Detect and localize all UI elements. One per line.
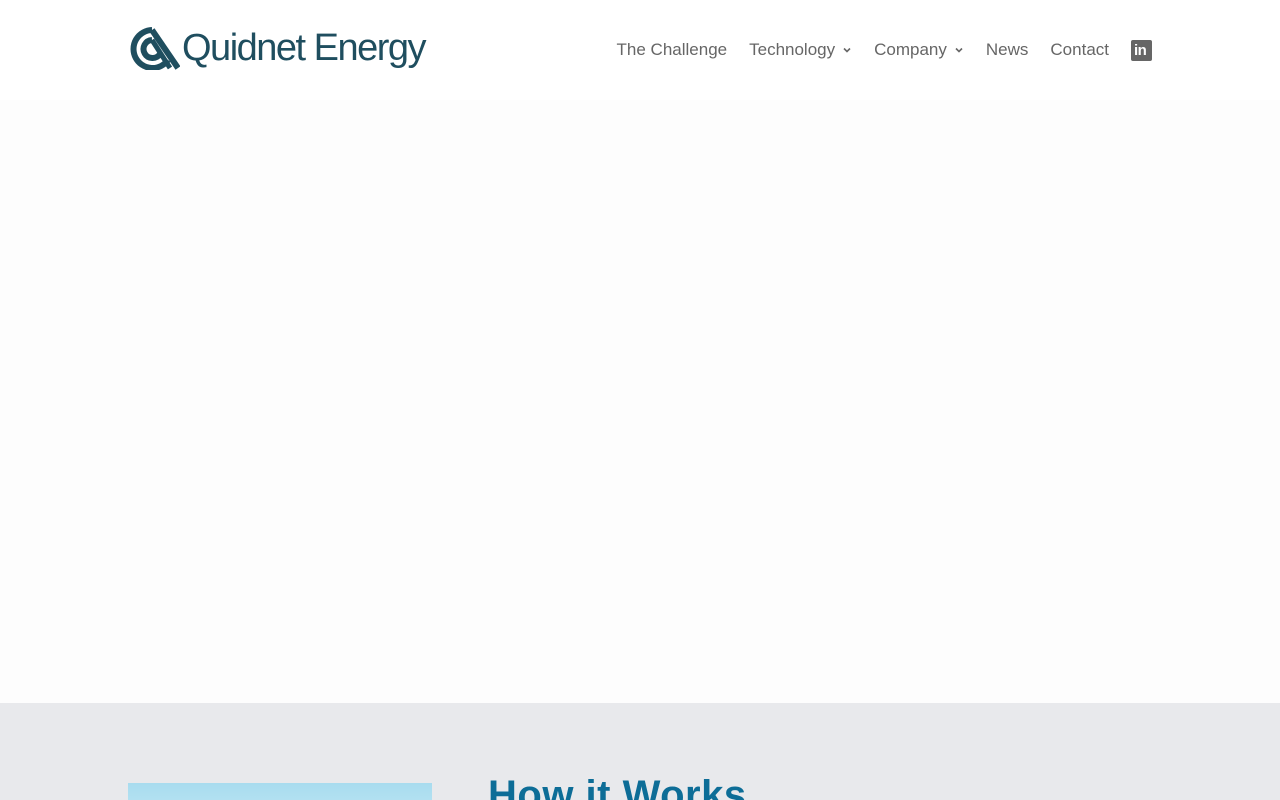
nav-label: News — [985, 40, 1029, 59]
nav-item-news[interactable]: News — [986, 40, 1029, 60]
linkedin-glyph: in — [1134, 41, 1147, 59]
chevron-down-icon — [843, 47, 851, 53]
nav-label: The Challenge — [616, 40, 728, 59]
nav-item-the-challenge[interactable]: The Challenge — [617, 40, 728, 60]
section-title: How it Works — [488, 773, 747, 800]
chevron-down-icon — [955, 47, 963, 53]
section-image — [128, 783, 432, 800]
hero-area — [0, 100, 1280, 703]
main-nav: The Challenge Technology Company News Co… — [617, 36, 1152, 64]
nav-item-contact[interactable]: Contact — [1050, 40, 1109, 60]
nav-label: Technology — [749, 40, 836, 59]
nav-label: Contact — [1050, 40, 1109, 59]
site-header: Quidnet Energy The Challenge Technology … — [0, 0, 1280, 100]
linkedin-icon[interactable]: in — [1131, 39, 1152, 61]
logo-wordmark: Quidnet Energy — [182, 27, 427, 69]
quidnet-logo-icon — [130, 27, 180, 70]
nav-label: Company — [874, 40, 947, 59]
nav-item-technology[interactable]: Technology — [749, 40, 852, 60]
how-it-works-section: How it Works — [0, 703, 1280, 800]
nav-item-company[interactable]: Company — [874, 40, 964, 60]
site-logo[interactable]: Quidnet Energy — [128, 26, 427, 70]
